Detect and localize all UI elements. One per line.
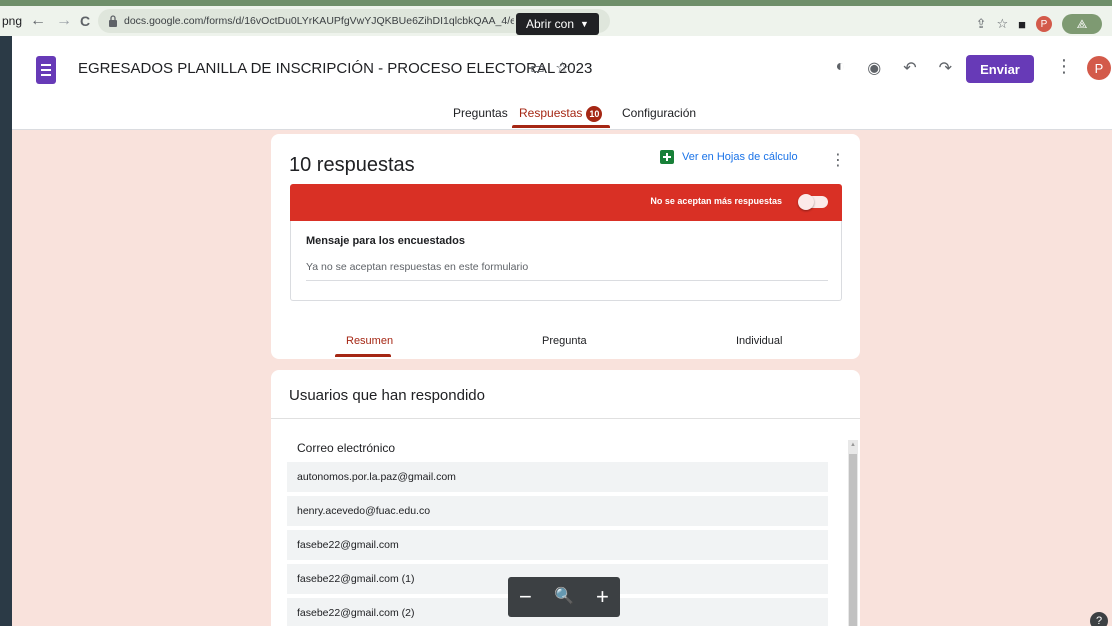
tab-individual[interactable]: Individual (736, 335, 782, 347)
back-arrow-icon[interactable]: ← (30, 11, 46, 31)
view-in-sheets-label: Ver en Hojas de cálculo (682, 151, 798, 163)
title-actions: ▭ ☆ (530, 58, 569, 78)
more-options-icon[interactable]: ⋮ (1055, 56, 1073, 77)
forms-header: EGRESADOS PLANILLA DE INSCRIPCIÓN - PROC… (12, 36, 1112, 130)
list-item[interactable]: fasebe22@gmail.com (287, 530, 828, 560)
zoom-control: − 🔍 + (508, 577, 620, 617)
scroll-thumb[interactable] (849, 454, 857, 626)
forward-arrow-icon[interactable]: → (56, 11, 72, 31)
reload-icon[interactable]: C (80, 11, 90, 31)
active-tab-indicator (512, 125, 610, 128)
divider (271, 418, 860, 419)
star-icon[interactable]: ☆ (555, 58, 569, 78)
respondent-message-box: Mensaje para los encuestados Ya no se ac… (290, 221, 842, 301)
extension-icon[interactable]: ⟁ (1062, 14, 1102, 34)
avatar[interactable]: P (1087, 56, 1111, 80)
subtab-active-indicator (335, 354, 391, 357)
profile-avatar-small[interactable]: P (1036, 16, 1052, 32)
tab-questions[interactable]: Preguntas (453, 106, 508, 120)
responses-count-badge: 10 (586, 106, 603, 122)
forms-logo-icon[interactable] (36, 56, 56, 84)
bookmark-star-icon[interactable]: ☆ (996, 16, 1008, 32)
not-accepting-banner: No se aceptan más respuestas (290, 184, 842, 221)
respondent-message-input[interactable]: Ya no se aceptan respuestas en este form… (306, 261, 828, 281)
tab-question[interactable]: Pregunta (542, 335, 587, 347)
tab-responses-label: Respuestas (519, 106, 583, 120)
preview-eye-icon[interactable]: ◉ (867, 58, 881, 78)
list-item[interactable]: autonomos.por.la.paz@gmail.com (287, 462, 828, 492)
scroll-up-icon[interactable]: ▲ (850, 442, 856, 448)
url-text[interactable]: docs.google.com/forms/d/16vOctDu0LYrKAUP… (124, 15, 514, 27)
zoom-search-icon[interactable]: 🔍 (554, 577, 574, 617)
list-item[interactable]: henry.acevedo@fuac.edu.co (287, 496, 828, 526)
header-tools: ◐ ◉ ↶ ↷ (836, 58, 952, 78)
responses-count: 10 respuestas (289, 154, 415, 176)
respondents-title: Usuarios que han respondido (289, 387, 485, 404)
email-column-header: Correo electrónico (297, 441, 396, 455)
tab-settings[interactable]: Configuración (622, 106, 696, 120)
respondent-message-label: Mensaje para los encuestados (306, 235, 465, 247)
side-panel-icon[interactable]: ■ (1018, 17, 1026, 32)
browser-right-icons: ⇪ ☆ ■ P ⟁ (976, 14, 1102, 34)
not-accepting-label: No se aceptan más respuestas (650, 196, 782, 206)
redo-icon[interactable]: ↷ (939, 58, 952, 78)
open-with-label: Abrir con (526, 17, 575, 31)
zoom-out-icon[interactable]: − (519, 577, 532, 617)
chevron-down-icon: ▼ (580, 19, 589, 29)
tab-responses[interactable]: Respuestas 10 (519, 106, 603, 122)
desktop-edge (0, 0, 12, 626)
share-icon[interactable]: ⇪ (976, 16, 987, 32)
lock-icon (109, 15, 117, 27)
responses-summary-card: 10 respuestas Ver en Hojas de cálculo ⋮ … (271, 134, 860, 359)
open-with-button[interactable]: Abrir con ▼ (516, 13, 599, 35)
toggle-knob (798, 194, 814, 210)
sheets-icon (660, 150, 674, 164)
send-button[interactable]: Enviar (966, 55, 1034, 83)
help-icon[interactable]: ? (1090, 612, 1108, 626)
file-extension-label: png (0, 12, 25, 30)
card-more-options-icon[interactable]: ⋮ (830, 150, 846, 170)
tab-summary[interactable]: Resumen (346, 335, 393, 347)
form-title[interactable]: EGRESADOS PLANILLA DE INSCRIPCIÓN - PROC… (78, 60, 592, 77)
accepting-responses-toggle[interactable] (798, 194, 828, 210)
palette-icon[interactable]: ◐ (836, 58, 846, 78)
form-tabs: Preguntas Respuestas 10 Configuración (12, 102, 1112, 130)
folder-icon[interactable]: ▭ (530, 58, 545, 78)
undo-icon[interactable]: ↶ (903, 58, 916, 78)
email-list-scrollbar[interactable]: ▲ (848, 440, 858, 626)
view-in-sheets-link[interactable]: Ver en Hojas de cálculo (660, 150, 798, 164)
zoom-in-icon[interactable]: + (596, 577, 609, 617)
browser-toolbar: png ← → C docs.google.com/forms/d/16vOct… (0, 6, 1112, 36)
